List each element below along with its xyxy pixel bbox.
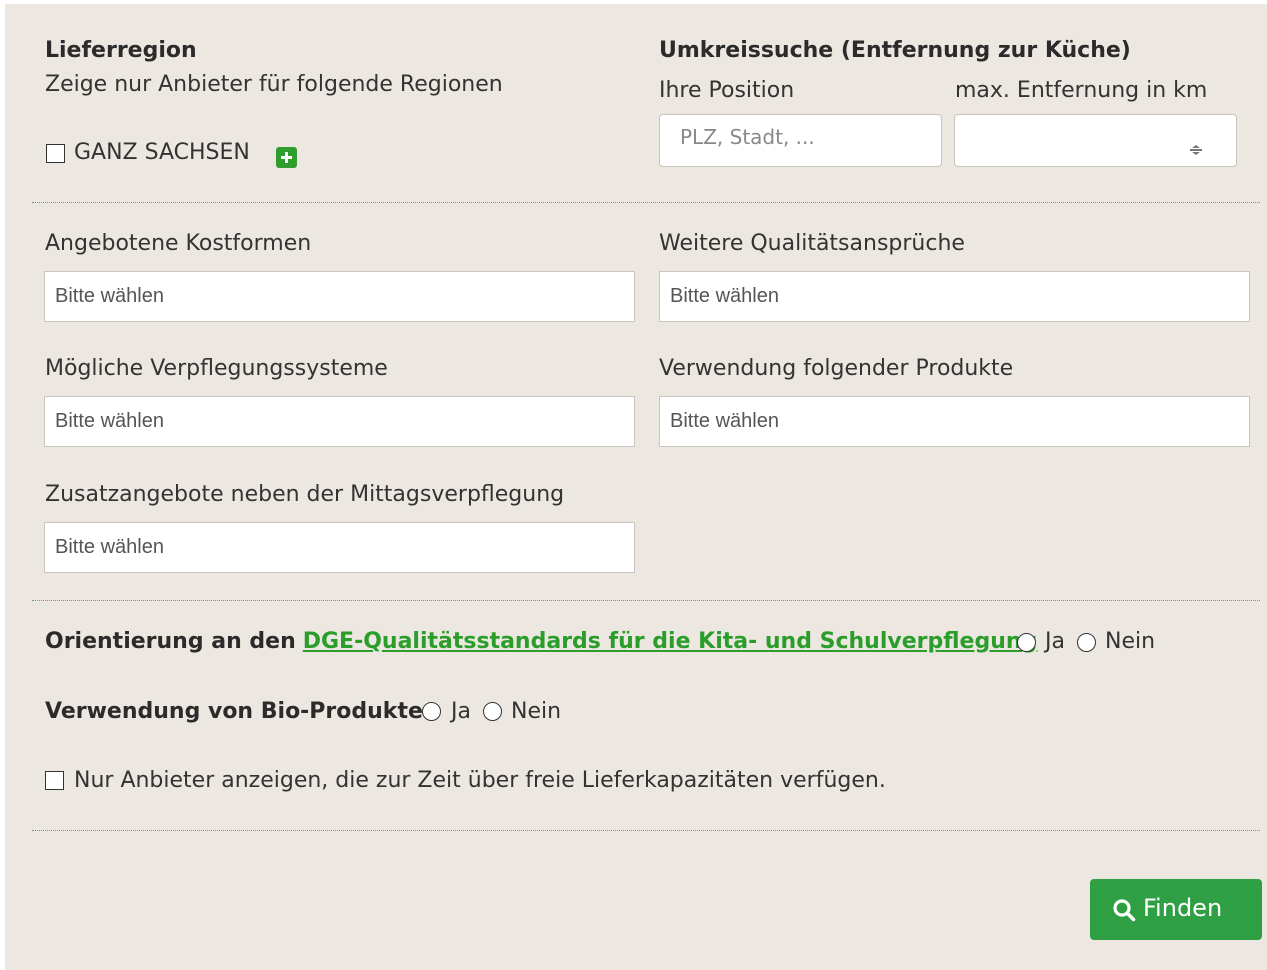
region-subtitle: Zeige nur Anbieter für folgende Regionen: [45, 72, 503, 97]
kostformen-select[interactable]: Bitte wählen: [44, 271, 635, 322]
bio-yes-label: Ja: [451, 699, 471, 724]
filter-panel: Lieferregion Zeige nur Anbieter für folg…: [5, 4, 1267, 970]
search-button[interactable]: Finden: [1090, 879, 1262, 940]
separator: [32, 830, 1260, 831]
zusatz-select[interactable]: Bitte wählen: [44, 522, 635, 573]
dge-prefix: Orientierung an den: [45, 629, 296, 654]
dge-no-radio[interactable]: [1077, 633, 1096, 652]
search-button-label: Finden: [1143, 894, 1223, 922]
dge-link[interactable]: DGE-Qualitätsstandards für die Kita- und…: [303, 629, 1038, 654]
dge-yes-label: Ja: [1045, 629, 1065, 654]
kostformen-label: Angebotene Kostformen: [45, 231, 312, 256]
dge-no-label: Nein: [1105, 629, 1156, 654]
produkte-label: Verwendung folgender Produkte: [659, 356, 1014, 381]
radius-title: Umkreissuche (Entfernung zur Küche): [659, 38, 1131, 63]
position-input[interactable]: PLZ, Stadt, ...: [659, 114, 942, 167]
dge-row: Orientierung an den DGE-Qualitätsstandar…: [45, 629, 1037, 654]
search-icon: [1112, 898, 1136, 922]
separator: [32, 600, 1260, 601]
plus-icon[interactable]: [276, 147, 297, 168]
qualitaet-select[interactable]: Bitte wählen: [659, 271, 1250, 322]
ganz-sachsen-checkbox[interactable]: [46, 144, 65, 163]
position-label: Ihre Position: [659, 78, 795, 103]
systeme-select[interactable]: Bitte wählen: [44, 396, 635, 447]
qualitaet-label: Weitere Qualitätsansprüche: [659, 231, 965, 256]
dge-yes-radio[interactable]: [1017, 633, 1036, 652]
distance-input[interactable]: [954, 114, 1237, 167]
separator: [32, 202, 1260, 203]
produkte-select[interactable]: Bitte wählen: [659, 396, 1250, 447]
systeme-label: Mögliche Verpflegungssysteme: [45, 356, 388, 381]
region-title: Lieferregion: [45, 38, 197, 63]
ganz-sachsen-label: GANZ SACHSEN: [74, 140, 250, 165]
capacity-checkbox[interactable]: [45, 771, 64, 790]
bio-no-label: Nein: [511, 699, 562, 724]
bio-no-radio[interactable]: [483, 702, 502, 721]
spinner-icon[interactable]: [1189, 131, 1203, 155]
bio-label: Verwendung von Bio-Produkte: [45, 699, 423, 724]
zusatz-label: Zusatzangebote neben der Mittagsverpfleg…: [45, 482, 565, 507]
bio-yes-radio[interactable]: [422, 702, 441, 721]
distance-label: max. Entfernung in km: [955, 78, 1208, 103]
capacity-label: Nur Anbieter anzeigen, die zur Zeit über…: [74, 768, 886, 793]
